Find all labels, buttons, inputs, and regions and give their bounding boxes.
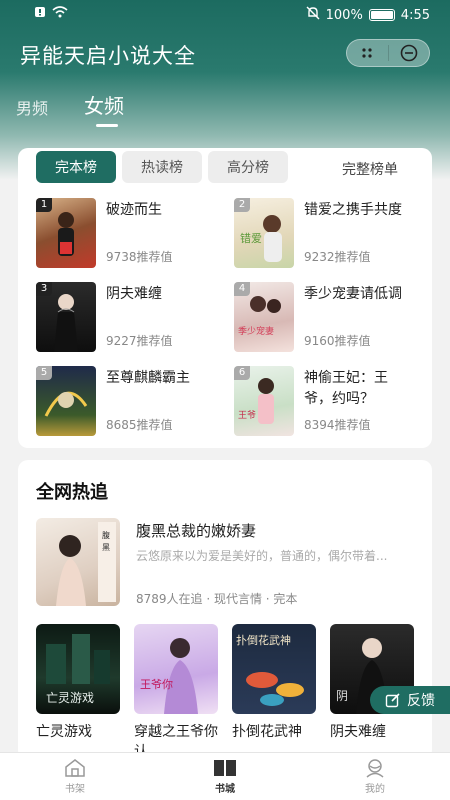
feedback-button[interactable]: 反馈	[370, 686, 450, 714]
rank-number: 5	[36, 366, 52, 380]
svg-text:亡灵游戏: 亡灵游戏	[46, 691, 94, 705]
book-grid-item[interactable]: 王爷你 穿越之王爷你认	[134, 624, 218, 762]
rank-item[interactable]: 错爱 2 错爱之携手共度 9232推荐值	[234, 198, 424, 268]
nav-bookstore[interactable]: 书城	[150, 753, 300, 800]
svg-text:黑: 黑	[102, 543, 110, 552]
book-title: 破迹而生	[106, 202, 162, 218]
recommend-value: 9232推荐值	[304, 250, 371, 264]
bottom-nav: 书架 书城 我的	[0, 752, 450, 800]
book-title: 至尊麒麟霸主	[106, 370, 190, 386]
more-button[interactable]	[347, 40, 388, 66]
svg-text:王爷你: 王爷你	[140, 677, 173, 691]
recommend-value: 9227推荐值	[106, 334, 173, 348]
gender-tabs: 男频 女频	[16, 90, 124, 127]
recommend-value: 9738推荐值	[106, 250, 173, 264]
rank-item[interactable]: 5 至尊麒麟霸主 8685推荐值	[36, 366, 226, 436]
svg-text:阴: 阴	[336, 689, 348, 703]
book-title: 季少宠妻请低调	[304, 286, 402, 302]
battery-percent: 100%	[325, 7, 363, 23]
rank-number: 3	[36, 282, 52, 296]
featured-book-cover[interactable]: 腹黑	[36, 518, 120, 606]
featured-book-title[interactable]: 腹黑总裁的嫩娇妻	[136, 520, 256, 541]
rank-item[interactable]: 1 破迹而生 9738推荐值	[36, 198, 226, 268]
book-cover: 扑倒花武神	[232, 624, 316, 714]
book-title: 错爱之携手共度	[304, 202, 402, 218]
tab-finished-rank[interactable]: 完本榜	[36, 151, 116, 183]
rank-number: 2	[234, 198, 250, 212]
svg-text:王爷: 王爷	[238, 409, 256, 421]
svg-text:腹: 腹	[102, 530, 110, 540]
book-grid-item[interactable]: 扑倒花武神 扑倒花武神	[232, 624, 316, 762]
nav-bookshelf[interactable]: 书架	[0, 753, 150, 800]
minimize-circle-icon	[400, 44, 418, 62]
book-icon	[214, 760, 236, 776]
more-dots-icon	[362, 48, 372, 58]
profile-icon	[366, 759, 384, 778]
ranking-tabs: 完本榜 热读榜 高分榜	[36, 151, 288, 183]
rank-number: 4	[234, 282, 250, 296]
battery-icon	[368, 9, 395, 21]
nav-profile[interactable]: 我的	[300, 753, 450, 800]
book-cover: 王爷你	[134, 624, 218, 714]
book-cover: 1	[36, 198, 96, 268]
tab-male[interactable]: 男频	[16, 95, 48, 119]
nav-label: 书城	[215, 784, 235, 795]
app-title: 异能天启小说大全	[20, 44, 196, 68]
svg-text:季少宠妻: 季少宠妻	[238, 325, 274, 337]
recommend-value: 8394推荐值	[304, 418, 371, 432]
tab-female[interactable]: 女频	[84, 90, 124, 127]
book-cover: 王爷 6	[234, 366, 294, 436]
rank-item[interactable]: 季少宠妻 4 季少宠妻请低调 9160推荐值	[234, 282, 424, 352]
mini-program-capsule	[346, 39, 430, 67]
rank-item[interactable]: 王爷 6 神偷王妃：王爷，约吗？ 8394推荐值	[234, 366, 424, 436]
tab-high-score-rank[interactable]: 高分榜	[208, 151, 288, 183]
book-title: 神偷王妃：王爷，约吗？	[304, 370, 388, 407]
nav-label: 书架	[65, 784, 85, 795]
notification-icon	[34, 6, 46, 22]
full-ranking-link[interactable]: 完整榜单	[342, 159, 398, 179]
rank-number: 1	[36, 198, 52, 212]
section-title: 全网热追	[36, 482, 108, 503]
book-title: 阴夫难缠	[106, 286, 162, 302]
edit-icon	[385, 693, 400, 708]
book-cover: 5	[36, 366, 96, 436]
feedback-label: 反馈	[407, 693, 435, 709]
status-bar: 100% 4:55	[0, 0, 450, 30]
rank-number: 6	[234, 366, 250, 380]
mute-icon	[306, 6, 320, 24]
featured-book-meta: 8789人在追 · 现代言情 · 完本	[136, 592, 298, 606]
featured-book-desc: 云悠原来以为爱是美好的，普通的，偶尔带着...	[136, 549, 388, 563]
book-cover: 亡灵游戏	[36, 624, 120, 714]
tab-hot-read-rank[interactable]: 热读榜	[122, 151, 202, 183]
hot-section-card: 全网热追 腹黑 腹黑总裁的嫩娇妻 云悠原来以为爱是美好的，普通的，偶尔带着...…	[18, 460, 432, 760]
svg-text:扑倒花武神: 扑倒花武神	[236, 633, 291, 647]
book-grid-item[interactable]: 亡灵游戏 亡灵游戏	[36, 624, 120, 762]
ranking-card: 完本榜 热读榜 高分榜 完整榜单 1 破迹而生 9738推荐值 错爱 2 错爱之…	[18, 148, 432, 448]
recommend-value: 9160推荐值	[304, 334, 371, 348]
close-button[interactable]	[389, 40, 430, 66]
svg-text:错爱: 错爱	[240, 231, 262, 245]
clock: 4:55	[400, 7, 430, 23]
home-icon	[65, 759, 85, 777]
recommend-value: 8685推荐值	[106, 418, 173, 432]
book-cover: 3	[36, 282, 96, 352]
nav-label: 我的	[365, 784, 385, 795]
wifi-icon	[52, 6, 68, 22]
book-cover: 季少宠妻 4	[234, 282, 294, 352]
book-cover: 错爱 2	[234, 198, 294, 268]
rank-item[interactable]: 3 阴夫难缠 9227推荐值	[36, 282, 226, 352]
